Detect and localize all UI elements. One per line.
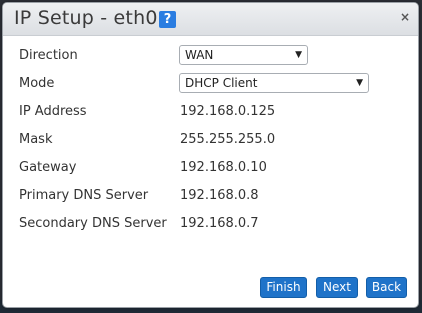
ip-address-row: IP Address 192.168.0.125 [3, 100, 418, 124]
gateway-row: Gateway 192.168.0.10 [3, 156, 418, 180]
chevron-down-icon: ▼ [356, 78, 363, 88]
ip-address-label: IP Address [19, 104, 87, 119]
close-icon[interactable]: × [400, 10, 410, 24]
dialog-titlebar: IP Setup - eth0 ? × [3, 3, 418, 36]
primary-dns-label: Primary DNS Server [19, 188, 149, 203]
mode-label: Mode [19, 76, 55, 91]
secondary-dns-value: 192.168.0.7 [180, 216, 259, 231]
secondary-dns-row: Secondary DNS Server 192.168.0.7 [3, 212, 418, 236]
mode-select-value: DHCP Client [185, 76, 258, 90]
ip-setup-dialog: IP Setup - eth0 ? × Direction WAN ▼ Mode… [2, 2, 419, 308]
finish-button[interactable]: Finish [260, 277, 307, 298]
primary-dns-row: Primary DNS Server 192.168.0.8 [3, 184, 418, 208]
direction-row: Direction WAN ▼ [3, 44, 418, 68]
ip-address-value: 192.168.0.125 [180, 104, 276, 119]
back-button[interactable]: Back [366, 277, 407, 298]
mode-row: Mode DHCP Client ▼ [3, 72, 418, 96]
direction-label: Direction [19, 48, 78, 63]
dialog-title: IP Setup - eth0 [14, 7, 158, 29]
mask-label: Mask [19, 132, 53, 147]
gateway-label: Gateway [19, 160, 77, 175]
mode-select[interactable]: DHCP Client ▼ [179, 73, 369, 93]
secondary-dns-label: Secondary DNS Server [19, 216, 167, 231]
gateway-value: 192.168.0.10 [180, 160, 267, 175]
primary-dns-value: 192.168.0.8 [180, 188, 259, 203]
mask-value: 255.255.255.0 [180, 132, 276, 147]
mask-row: Mask 255.255.255.0 [3, 128, 418, 152]
chevron-down-icon: ▼ [295, 50, 302, 60]
next-button[interactable]: Next [316, 277, 358, 298]
direction-select-value: WAN [185, 48, 214, 62]
direction-select[interactable]: WAN ▼ [179, 45, 308, 65]
help-icon[interactable]: ? [159, 11, 176, 28]
